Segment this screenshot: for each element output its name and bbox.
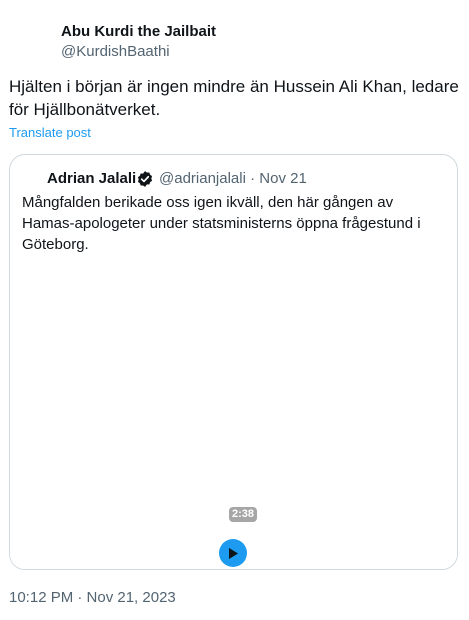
author-display-name[interactable]: Abu Kurdi the Jailbait: [61, 23, 216, 40]
separator-dot: ·: [250, 170, 256, 187]
video-player[interactable]: 2:38: [10, 275, 457, 569]
quoted-author-handle[interactable]: @adrianjalali: [159, 170, 246, 187]
tweet-text: Hjälten i början är ingen mindre än Huss…: [9, 77, 459, 119]
translate-post-link[interactable]: Translate post: [9, 125, 91, 140]
author-handle[interactable]: @KurdishBaathi: [61, 43, 170, 60]
tweet-header: Abu Kurdi the Jailbait @KurdishBaathi: [0, 0, 469, 70]
video-duration-badge: 2:38: [229, 507, 258, 522]
verified-badge-icon: [137, 171, 153, 187]
play-icon: [229, 547, 238, 559]
post-timestamp[interactable]: 10:12 PM · Nov 21, 2023: [9, 589, 176, 606]
quoted-author-name[interactable]: Adrian Jalali: [47, 170, 136, 187]
quoted-tweet-text: Mångfalden berikade oss igen ikväll, den…: [22, 194, 421, 253]
play-button[interactable]: [219, 539, 247, 567]
quoted-tweet-card[interactable]: Adrian Jalali @adrianjalali · Nov 21 Mån…: [9, 154, 458, 570]
quoted-handle-and-date: @adrianjalali · Nov 21: [159, 170, 307, 187]
quoted-author-avatar[interactable]: [25, 168, 45, 188]
quoted-post-date[interactable]: Nov 21: [259, 170, 307, 187]
author-avatar[interactable]: [8, 20, 48, 60]
